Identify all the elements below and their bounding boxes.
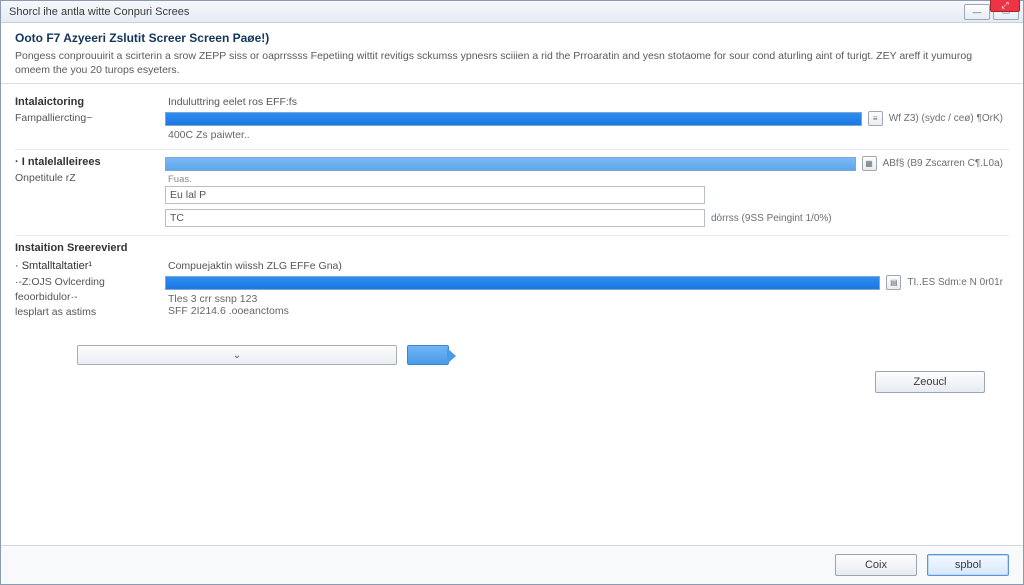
section1-note: 400C Zs paiwter..	[168, 129, 1003, 141]
section1-sub1: Fampalliercting~	[15, 112, 159, 124]
main-window: ⤢ Shorcl ihe antla witte Conpuri Screes …	[0, 0, 1024, 585]
section4-note1: Tles 3 crr ssnp 123	[168, 293, 1003, 305]
list-icon[interactable]: ≡	[868, 111, 883, 126]
action-row: ⌄	[15, 345, 1009, 365]
section1-status: Wf Z3) (sydc / ceø) ¶OrK)	[889, 113, 1003, 124]
section4-task-label: Compuejaktin wiissh ZLG EFFe Gna)	[168, 260, 1003, 272]
section2-title: · I ntalelalleirees	[15, 156, 159, 168]
coix-button[interactable]: Coix	[835, 554, 917, 576]
spbol-button[interactable]: spbol	[927, 554, 1009, 576]
info-icon[interactable]: ▦	[862, 156, 877, 171]
section4-note2: SFF 2I214.6 .ooeanctoms	[168, 305, 1003, 317]
section2-status: ABf§ (B9 Zscarren C¶.L0a)	[883, 158, 1003, 169]
section2-input1[interactable]: Eu lal P	[165, 186, 705, 204]
section2-input2-status: dòrrss (9SS Peingint 1/0%)	[711, 213, 832, 224]
section4-sub3: lesplart as astims	[15, 306, 159, 318]
content-area: Intalaictoring Fampalliercting~ Indulutt…	[1, 84, 1023, 545]
options-dropdown[interactable]: ⌄	[77, 345, 397, 365]
section2-progress	[165, 157, 856, 171]
section-overview: Instaition Sreerevierd	[15, 235, 1009, 260]
chevron-down-icon: ⌄	[233, 350, 241, 361]
page-header: Ooto F7 Azyeeri Zslutit Screer Screen Pa…	[1, 23, 1023, 84]
section1-progress	[165, 112, 862, 126]
top-red-tab[interactable]: ⤢	[990, 0, 1020, 12]
section-installing: Intalaictoring Fampalliercting~ Indulutt…	[15, 90, 1009, 149]
section3-title: Instaition Sreerevierd	[15, 242, 159, 254]
section-dependencies: · I ntalelalleirees Onpetitule rZ ▦ ABf§…	[15, 149, 1009, 235]
page-description: Pongess conprouuirit a scirterin a srow …	[15, 49, 1009, 77]
section4-status: TI..ES Sdm:e N 0r01r	[907, 277, 1003, 288]
footer-bar: Coix spbol	[1, 545, 1023, 584]
section2-input2[interactable]: TC	[165, 209, 705, 227]
next-arrow-chip[interactable]	[407, 345, 449, 365]
section2-sub1: Onpetitule rZ	[15, 172, 159, 184]
section4-progress	[165, 276, 880, 290]
window-title: Shorcl ihe antla witte Conpuri Screes	[9, 6, 189, 18]
zeoucl-button[interactable]: Zeoucl	[875, 371, 985, 393]
section1-title: Intalaictoring	[15, 96, 159, 108]
section4-title: · Smtalltaltatier¹	[15, 260, 159, 272]
page-heading: Ooto F7 Azyeeri Zslutit Screer Screen Pa…	[15, 31, 1009, 45]
section2-mini1: Fuas.	[168, 174, 1003, 185]
section4-sub1: ·-Z:OJS Ovlcerding	[15, 276, 159, 288]
section4-sub2: feoorbidulor·-	[15, 291, 159, 303]
section-installer: · Smtalltaltatier¹ ·-Z:OJS Ovlcerding fe…	[15, 260, 1009, 329]
detail-icon[interactable]: ▤	[886, 275, 901, 290]
section1-task-label: Induluttring eelet ros EFF:fs	[168, 96, 1003, 108]
minimize-button[interactable]: ―	[964, 4, 990, 20]
title-bar: Shorcl ihe antla witte Conpuri Screes ― …	[1, 1, 1023, 23]
